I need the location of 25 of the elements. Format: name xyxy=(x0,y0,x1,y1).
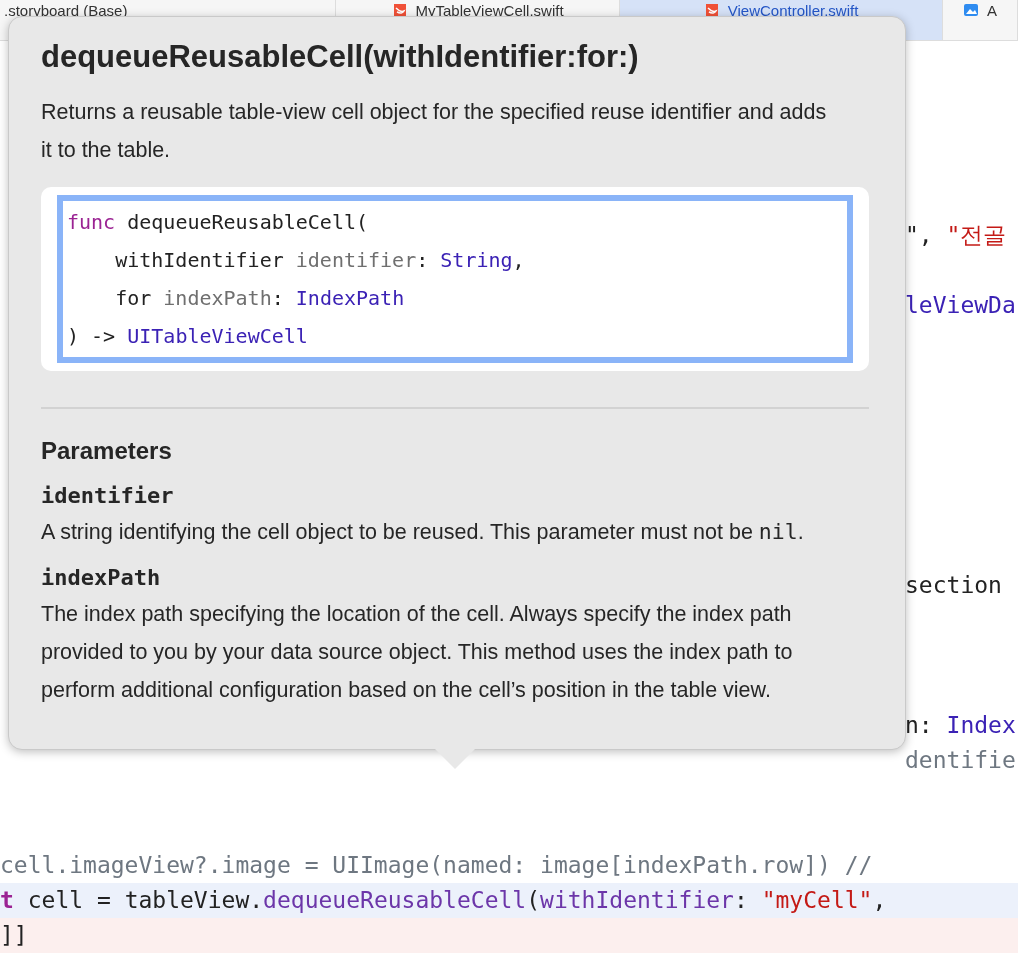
summary-text: Returns a reusable table-view cell object for the specified reuse identifier and adds it to the table. xyxy=(41,99,828,164)
code-line: t cell = tableView.dequeueReusableCell(withIdentifier: "myCell", xyxy=(0,886,887,915)
popover-title: dequeueReusableCell(withIdentifier:for:) xyxy=(41,39,640,75)
tab-label: ViewController.swift xyxy=(727,2,859,19)
code-line: section xyxy=(905,571,1002,600)
editor-tab[interactable]: A xyxy=(943,0,1018,40)
declaration-line: for indexPath: IndexPath xyxy=(114,285,406,312)
code-line: dentifie xyxy=(905,746,1016,775)
code-line: cell.imageView?.image = UIImage(named: image[indexPath.row]) // xyxy=(0,851,873,880)
swift-file-icon xyxy=(703,2,720,18)
code-line: ]] xyxy=(0,921,28,950)
parameter-name: identifier xyxy=(41,482,175,510)
code-line: leViewDa xyxy=(905,291,1016,320)
parameter-description: A string identifying the cell object to be reused. This parameter must not be nil. xyxy=(41,518,805,546)
declaration-line: withIdentifier identifier: String, xyxy=(114,247,526,274)
code-line: ", "전골 xyxy=(905,221,1007,250)
parameter-name: indexPath xyxy=(41,564,162,592)
tab-label: A xyxy=(987,2,997,19)
parameter-description: The index path specifying the location of the cell. Always specify the index path provided to you by your data source object. This method uses the index path to perform additional configuration based on the cell’s position in the table view. xyxy=(41,601,794,704)
declaration-line: func dequeueReusableCell( xyxy=(67,209,370,236)
declaration-line: ) -> UITableViewCell xyxy=(67,323,309,350)
parameters-heading: Parameters xyxy=(41,437,173,465)
tab-label: .storyboard (Base) xyxy=(4,2,128,19)
code-line: n: Index xyxy=(905,711,1016,740)
tab-label: MyTableViewCell.swift xyxy=(415,2,564,19)
